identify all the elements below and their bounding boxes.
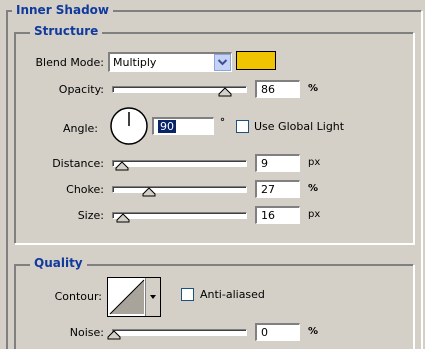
size-unit: px — [308, 209, 321, 220]
blend-mode-label: Blend Mode: — [35, 56, 105, 69]
choke-input[interactable]: 27 — [255, 180, 300, 198]
size-input[interactable]: 16 — [255, 206, 300, 224]
choke-unit: % — [308, 183, 319, 194]
contour-label: Contour: — [54, 290, 102, 303]
choke-slider-track[interactable] — [112, 186, 247, 193]
blend-mode-select[interactable]: Multiply — [108, 52, 232, 72]
noise-input[interactable]: 0 — [255, 323, 300, 341]
contour-picker[interactable] — [107, 277, 161, 317]
triangle-down-icon — [150, 295, 156, 299]
angle-unit: ° — [220, 117, 225, 128]
blend-mode-value: Multiply — [113, 56, 157, 69]
opacity-input[interactable]: 86 — [255, 80, 300, 98]
distance-slider-track[interactable] — [112, 160, 247, 167]
distance-input[interactable]: 9 — [255, 154, 300, 172]
chevron-down-icon — [217, 59, 228, 66]
slider-thumb-icon — [116, 213, 130, 223]
slider-thumb-icon — [115, 161, 129, 171]
quality-title: Quality — [30, 256, 87, 270]
use-global-light-label[interactable]: Use Global Light — [254, 120, 344, 134]
size-slider-track[interactable] — [112, 212, 247, 219]
distance-label: Distance: — [52, 157, 104, 170]
angle-input[interactable]: 90 — [152, 117, 214, 135]
noise-slider-track[interactable] — [112, 329, 247, 336]
inner-shadow-title: Inner Shadow — [12, 3, 113, 17]
noise-label: Noise: — [69, 326, 104, 339]
slider-thumb-icon — [142, 187, 156, 197]
anti-aliased-checkbox[interactable] — [181, 288, 194, 301]
distance-unit: px — [308, 157, 321, 168]
contour-dropdown-button[interactable] — [145, 278, 160, 316]
opacity-unit: % — [308, 83, 319, 94]
angle-value: 90 — [158, 120, 176, 133]
slider-thumb-icon — [107, 330, 121, 340]
inner-shadow-panel: Inner Shadow Structure Blend Mode: Multi… — [0, 0, 425, 349]
angle-label: Angle: — [62, 122, 98, 135]
choke-label: Choke: — [66, 183, 104, 196]
size-label: Size: — [77, 209, 104, 222]
contour-linear-icon — [109, 279, 145, 315]
opacity-label: Opacity: — [58, 83, 104, 96]
structure-title: Structure — [30, 24, 103, 38]
noise-unit: % — [308, 326, 319, 337]
shadow-color-swatch[interactable] — [236, 51, 276, 70]
angle-dial[interactable] — [109, 106, 149, 146]
blend-mode-dropdown-button[interactable] — [214, 54, 231, 71]
use-global-light-checkbox[interactable] — [236, 120, 249, 133]
anti-aliased-label[interactable]: Anti-aliased — [200, 288, 265, 302]
angle-dial-icon — [110, 107, 148, 145]
slider-thumb-icon — [218, 87, 232, 97]
